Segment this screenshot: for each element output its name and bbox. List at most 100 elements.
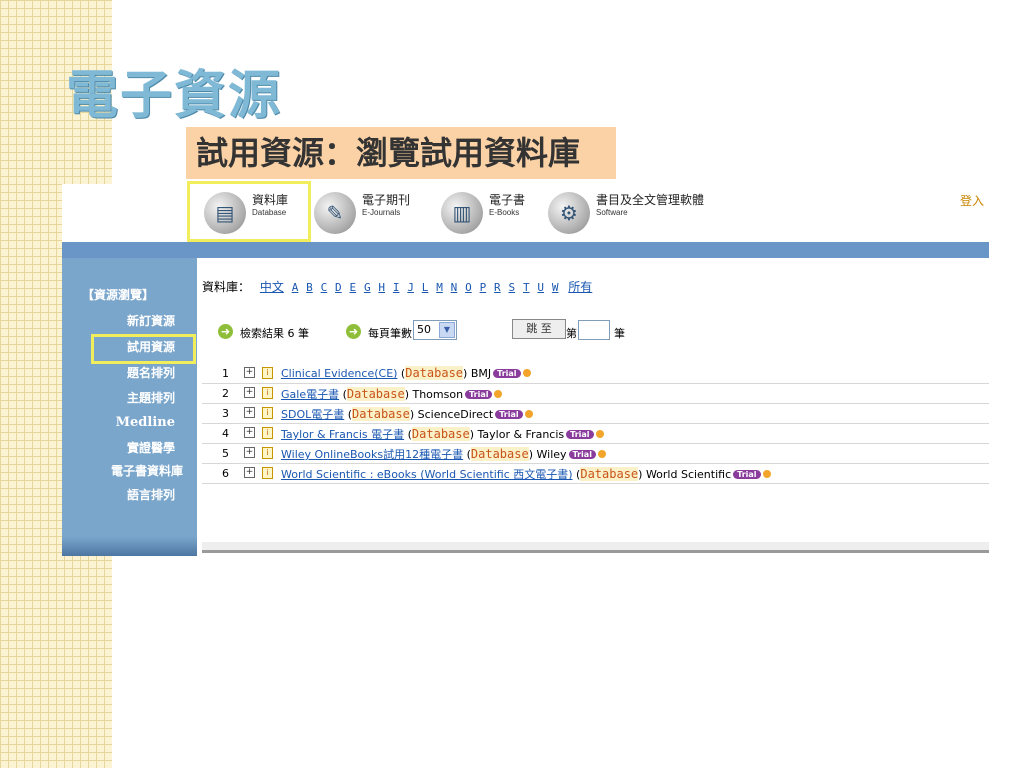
chevron-down-icon[interactable]: ▼ [439, 322, 455, 338]
expand-icon[interactable]: + [244, 367, 255, 378]
per-page-select[interactable]: 50 ▼ [413, 320, 457, 340]
row-text: SDOL電子書 (Database) ScienceDirect Trial [281, 406, 533, 422]
sidebar-item-ebm[interactable]: 實證醫學 [127, 439, 175, 456]
slide-title: 電子資源 [66, 66, 283, 126]
alpha-link-e[interactable]: E [350, 281, 357, 294]
new-spark-icon [522, 369, 531, 377]
expand-icon[interactable]: + [244, 407, 255, 418]
alpha-link-h[interactable]: H [378, 281, 385, 294]
login-link[interactable]: 登入 [960, 192, 984, 209]
result-type: Database [580, 467, 639, 481]
alpha-link-c[interactable]: C [321, 281, 328, 294]
result-publisher: Taylor & Francis [477, 428, 565, 441]
trial-badge: Trial [733, 470, 761, 479]
expand-icon[interactable]: + [244, 387, 255, 398]
library-screenshot: ▤ 資料庫 Database ✎ 電子期刊 E-Journals ▥ 電子書 E… [62, 181, 989, 556]
footer-divider [202, 550, 989, 553]
sidebar-item-title[interactable]: 題名排列 [127, 364, 175, 381]
expand-icon[interactable]: + [244, 447, 255, 458]
alpha-link-t[interactable]: T [523, 281, 530, 294]
arrow-right-icon: ➜ [346, 324, 361, 339]
info-icon[interactable]: i [262, 367, 273, 379]
nav-e-books[interactable]: ▥ 電子書 E-Books [435, 186, 535, 238]
slide-subtitle: 試用資源：瀏覽試用資料庫 [186, 127, 616, 179]
result-type: Database [405, 366, 464, 380]
nav-software[interactable]: ⚙ 書目及全文管理軟體 Software [542, 186, 762, 238]
result-type: Database [470, 447, 529, 461]
row-number: 5 [222, 447, 229, 460]
alpha-index: 資料庫： 中文 A B C D E G H I J L M N O P R S … [202, 278, 592, 295]
result-title-link[interactable]: Gale電子書 [281, 388, 339, 401]
result-type: Database [346, 387, 405, 401]
new-spark-icon [494, 390, 503, 398]
info-icon[interactable]: i [262, 427, 273, 439]
info-icon[interactable]: i [262, 447, 273, 459]
alpha-link-m[interactable]: M [436, 281, 443, 294]
table-row: 6 + i World Scientific : eBooks (World S… [202, 464, 989, 484]
nav-e-books-sub: E-Books [489, 208, 520, 217]
alpha-link-i[interactable]: I [393, 281, 400, 294]
alpha-link-u[interactable]: U [537, 281, 544, 294]
alpha-link-r[interactable]: R [494, 281, 501, 294]
alpha-link-j[interactable]: J [407, 281, 414, 294]
alpha-link-l[interactable]: L [422, 281, 429, 294]
nav-e-books-label: 電子書 [489, 193, 526, 207]
sidebar-item-ebook-db[interactable]: 電子書資料庫 [111, 462, 183, 479]
nav-e-journals-label: 電子期刊 [362, 193, 411, 207]
nav-software-label: 書目及全文管理軟體 [596, 193, 705, 207]
info-icon[interactable]: i [262, 387, 273, 399]
sidebar-shade [62, 536, 197, 556]
alpha-link-s[interactable]: S [508, 281, 515, 294]
sidebar-item-new[interactable]: 新訂資源 [127, 312, 175, 329]
alpha-link-w[interactable]: W [552, 281, 559, 294]
e-book-icon: ▥ [441, 192, 483, 234]
alpha-link-n[interactable]: N [451, 281, 458, 294]
e-journal-icon: ✎ [314, 192, 356, 234]
trial-badge: Trial [465, 390, 493, 399]
arrow-right-icon: ➜ [218, 324, 233, 339]
alpha-link-d[interactable]: D [335, 281, 342, 294]
result-controls: ➜ 檢索結果 6 筆 ➜ 每頁筆數 50 ▼ 跳 至 第 筆 [202, 319, 802, 344]
sidebar-header: 【資源瀏覽】 [82, 288, 155, 302]
alpha-link-all[interactable]: 所有 [568, 280, 592, 294]
sidebar-item-subject[interactable]: 主題排列 [127, 389, 175, 406]
info-icon[interactable]: i [262, 407, 273, 419]
sidebar: 【資源瀏覽】 新訂資源 試用資源 題名排列 主題排列 Medline 實證醫學 … [62, 258, 197, 556]
trial-badge: Trial [568, 450, 596, 459]
expand-icon[interactable]: + [244, 427, 255, 438]
result-title-link[interactable]: SDOL電子書 [281, 408, 344, 421]
expand-icon[interactable]: + [244, 467, 255, 478]
sidebar-item-medline[interactable]: Medline [116, 415, 175, 430]
result-title-link[interactable]: Wiley OnlineBooks試用12種電子書 [281, 448, 463, 461]
result-title-link[interactable]: World Scientific : eBooks (World Scienti… [281, 468, 573, 481]
row-number: 4 [222, 427, 229, 440]
info-icon[interactable]: i [262, 467, 273, 479]
jump-button[interactable]: 跳 至 [512, 319, 566, 339]
table-row: 2 + i Gale電子書 (Database) Thomson Trial [202, 384, 989, 404]
footer-shade [202, 542, 989, 550]
alpha-link-b[interactable]: B [306, 281, 313, 294]
row-number: 6 [222, 467, 229, 480]
sidebar-item-language[interactable]: 語言排列 [127, 486, 175, 503]
new-spark-icon [595, 430, 604, 438]
nav-e-journals[interactable]: ✎ 電子期刊 E-Journals [308, 186, 433, 238]
alpha-label: 資料庫： [202, 280, 251, 294]
page-number-input[interactable] [578, 320, 610, 340]
alpha-link-o[interactable]: O [465, 281, 472, 294]
alpha-link-p[interactable]: P [480, 281, 487, 294]
result-title-link[interactable]: Clinical Evidence(CE) [281, 367, 397, 380]
alpha-link-a[interactable]: A [292, 281, 299, 294]
row-text: Taylor & Francis 電子書 (Database) Taylor &… [281, 426, 604, 442]
result-title-link[interactable]: Taylor & Francis 電子書 [281, 428, 404, 441]
result-type: Database [352, 407, 410, 421]
nav-software-sub: Software [596, 208, 628, 217]
alpha-link-g[interactable]: G [364, 281, 371, 294]
nav-e-journals-sub: E-Journals [362, 208, 401, 217]
highlight-trial [91, 334, 196, 364]
alpha-link-chinese[interactable]: 中文 [260, 280, 284, 294]
row-number: 2 [222, 387, 229, 400]
top-nav: ▤ 資料庫 Database ✎ 電子期刊 E-Journals ▥ 電子書 E… [62, 181, 989, 242]
per-page-label: 每頁筆數 [368, 327, 412, 340]
row-number: 3 [222, 407, 229, 420]
result-type: Database [411, 427, 470, 441]
